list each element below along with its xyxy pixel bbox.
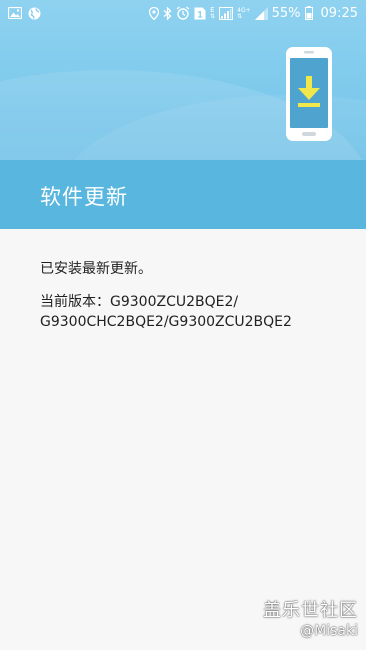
current-version: 当前版本：G9300ZCU2BQE2/ G9300CHC2BQE2/G9300Z… [40,292,340,332]
location-icon [149,6,160,20]
e-data-icon: E ⇅ [210,5,216,20]
update-status-message: 已安装最新更新。 [40,261,152,277]
signal-icon [219,6,234,20]
watermark-title: 盖乐世社区 [263,600,358,621]
sim-1-icon: 1 [194,7,206,20]
clock: 09:25 [320,5,358,21]
watermark-user: @Misaki [300,623,358,639]
content-area: 已安装最新更新。 当前版本：G9300ZCU2BQE2/ G9300CHC2BQ… [0,229,366,650]
4g-plus-icon: 4G+ ⇅ [237,6,251,20]
version-line: 当前版本：G9300ZCU2BQE2/ [40,294,239,310]
phone-download-icon [286,47,332,141]
page-title: 软件更新 [40,185,128,209]
version-line: G9300CHC2BQE2/G9300ZCU2BQE2 [40,314,292,330]
status-bar: 1 E ⇅ 4G+ ⇅ 55% 09:25 [0,0,366,26]
svg-text:1: 1 [198,9,203,19]
gallery-icon [8,7,22,19]
title-bar: 软件更新 [0,160,366,229]
globe-icon [28,7,41,20]
alarm-icon [176,6,190,20]
signal-icon [254,6,268,20]
battery-icon [304,6,313,20]
battery-percent: 55% [271,5,301,21]
watermark: 盖乐世社区 @Misaki [263,600,358,640]
bluetooth-icon [163,6,172,20]
